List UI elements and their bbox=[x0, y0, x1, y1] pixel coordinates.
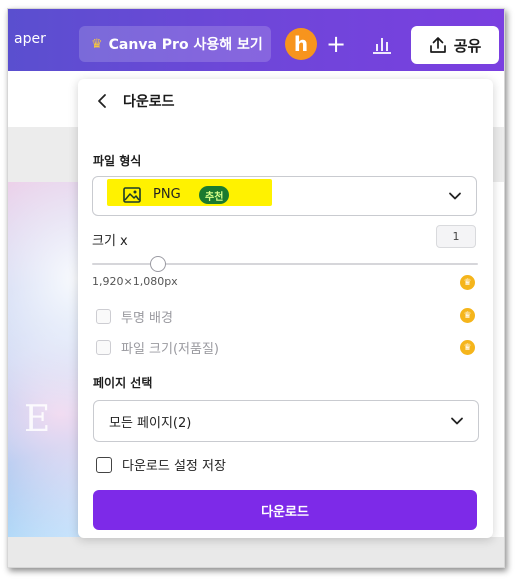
panel-header: 다운로드 bbox=[78, 79, 493, 123]
save-settings-option[interactable]: 다운로드 설정 저장 bbox=[96, 455, 226, 474]
top-bar: aper ♛ Canva Pro 사용해 보기 h + 공유 bbox=[8, 9, 504, 71]
size-slider-thumb[interactable] bbox=[149, 256, 166, 272]
page-select-value: 모든 페이지(2) bbox=[109, 416, 192, 431]
design-title-fragment[interactable]: aper bbox=[14, 31, 46, 47]
bar-chart-icon bbox=[373, 38, 391, 54]
compress-file-option[interactable]: 파일 크기(저품질) bbox=[96, 338, 219, 357]
crown-icon: ♛ bbox=[460, 275, 475, 290]
try-canva-pro-button[interactable]: ♛ Canva Pro 사용해 보기 bbox=[79, 26, 271, 62]
chevron-left-icon bbox=[98, 94, 106, 108]
upload-icon bbox=[429, 37, 446, 53]
save-settings-label: 다운로드 설정 저장 bbox=[122, 459, 226, 474]
crown-icon: ♛ bbox=[91, 36, 103, 52]
size-label: 크기 x bbox=[92, 234, 128, 249]
transparent-background-option[interactable]: 투명 배경 bbox=[96, 307, 173, 326]
page-select-label: 페이지 선택 bbox=[93, 376, 153, 390]
share-button[interactable]: 공유 bbox=[411, 26, 499, 64]
compress-file-checkbox[interactable] bbox=[96, 340, 111, 355]
crown-icon: ♛ bbox=[460, 340, 475, 355]
size-multiplier-input[interactable]: 1 bbox=[436, 225, 476, 248]
chevron-down-icon bbox=[451, 417, 463, 425]
analytics-button[interactable] bbox=[363, 28, 401, 62]
transparent-background-label: 투명 배경 bbox=[121, 311, 173, 326]
file-type-select[interactable]: PNG 추천 bbox=[92, 176, 477, 216]
user-avatar[interactable]: h bbox=[285, 28, 317, 60]
invite-plus-button[interactable]: + bbox=[320, 28, 352, 60]
page-select[interactable]: 모든 페이지(2) bbox=[93, 400, 479, 442]
transparent-background-checkbox[interactable] bbox=[96, 309, 111, 324]
try-canva-pro-label: Canva Pro 사용해 보기 bbox=[108, 37, 263, 53]
download-panel: 다운로드 파일 형식 PNG 추천 크기 x 1 1,920×1,080px ♛ bbox=[78, 79, 493, 538]
chevron-down-icon bbox=[449, 192, 461, 200]
file-type-label: 파일 형식 bbox=[93, 154, 142, 168]
download-button[interactable]: 다운로드 bbox=[93, 490, 477, 530]
image-icon bbox=[123, 187, 141, 203]
save-settings-checkbox[interactable] bbox=[96, 456, 112, 473]
file-type-value: PNG bbox=[153, 187, 181, 202]
panel-title: 다운로드 bbox=[123, 94, 175, 110]
resolution-text: 1,920×1,080px bbox=[92, 275, 178, 288]
screenshot-frame: aper ♛ Canva Pro 사용해 보기 h + 공유 E 다운로드 파일… bbox=[7, 8, 505, 568]
editor-canvas-background-bottom bbox=[8, 537, 504, 567]
crown-icon: ♛ bbox=[460, 308, 475, 323]
back-button[interactable] bbox=[91, 90, 113, 112]
share-label: 공유 bbox=[453, 36, 482, 55]
recommended-badge: 추천 bbox=[199, 186, 230, 204]
compress-file-label: 파일 크기(저품질) bbox=[121, 342, 219, 357]
design-decorative-glyph: E bbox=[24, 399, 51, 440]
